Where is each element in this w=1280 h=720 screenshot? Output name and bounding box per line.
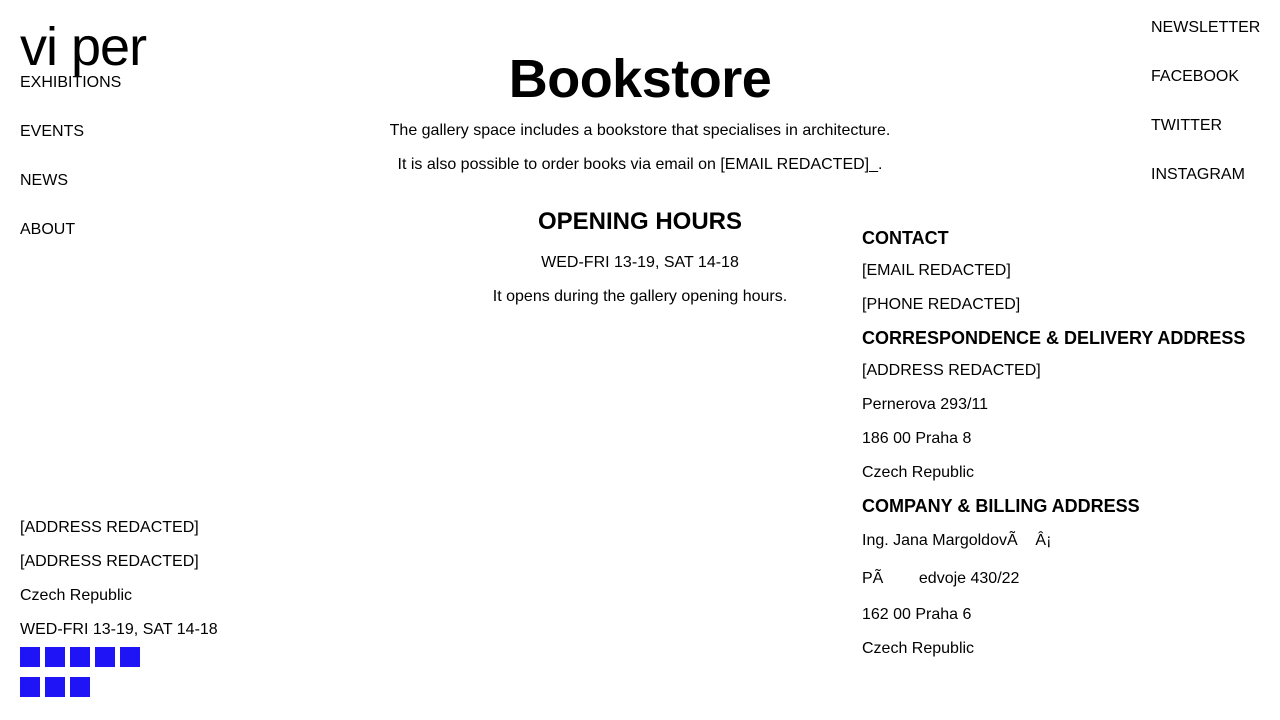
square-link-icon[interactable]	[45, 677, 65, 697]
nav-item-events[interactable]: EVENTS	[20, 121, 121, 143]
square-row-2	[20, 677, 218, 697]
opening-hours-text: WED-FRI 13-19, SAT 14-18	[541, 254, 739, 271]
square-link-icon[interactable]	[70, 677, 90, 697]
nav-item-news[interactable]: NEWS	[20, 170, 121, 192]
square-link-icon[interactable]	[70, 647, 90, 667]
footer-country: Czech Republic	[20, 587, 133, 604]
billing-line: Czech Republic	[862, 640, 975, 657]
nav-item-facebook[interactable]: FACEBOOK	[1151, 66, 1260, 88]
correspondence-line: Czech Republic	[862, 464, 975, 481]
contact-phone[interactable]: [PHONE REDACTED]	[862, 288, 1272, 322]
billing-line: Ing. Jana MargoldovÃ Â¡	[862, 532, 1052, 549]
opening-hours-heading: OPENING HOURS	[537, 208, 743, 235]
bookstore-intro: Bookstore The gallery space includes a b…	[340, 44, 940, 182]
contact-section: CONTACT [EMAIL REDACTED] [PHONE REDACTED…	[862, 222, 1272, 666]
logo[interactable]: vi per	[20, 14, 147, 80]
nav-item-newsletter[interactable]: NEWSLETTER	[1151, 17, 1260, 39]
intro-email-text: It is also possible to order books via e…	[397, 156, 883, 173]
footer-hours: WED-FRI 13-19, SAT 14-18	[20, 621, 218, 638]
billing-line: 162 00 Praha 6	[862, 606, 972, 623]
nav-item-twitter[interactable]: TWITTER	[1151, 115, 1260, 137]
contact-email[interactable]: [EMAIL REDACTED]	[862, 254, 1272, 288]
nav-item-exhibitions[interactable]: EXHIBITIONS	[20, 72, 121, 94]
nav-item-about[interactable]: ABOUT	[20, 219, 121, 241]
footer-address: [ADDRESS REDACTED]	[20, 553, 199, 570]
main-nav: EXHIBITIONS EVENTS NEWS ABOUT	[20, 72, 121, 268]
correspondence-line: 186 00 Praha 8	[862, 430, 972, 447]
opening-hours: OPENING HOURS WED-FRI 13-19, SAT 14-18 I…	[340, 204, 940, 314]
correspondence-line: Pernerova 293/11	[862, 396, 989, 413]
correspondence-line: [ADDRESS REDACTED]	[862, 362, 1041, 379]
correspondence-heading: CORRESPONDENCE & DELIVERY ADDRESS	[862, 328, 1246, 348]
billing-line: PÃ edvoje 430/22	[862, 570, 1020, 587]
page-title: Bookstore	[508, 49, 772, 109]
square-link-icon[interactable]	[45, 647, 65, 667]
footer-address: [ADDRESS REDACTED]	[20, 519, 199, 536]
intro-text: The gallery space includes a bookstore t…	[389, 122, 891, 139]
square-row-1	[20, 647, 218, 667]
opening-hours-note: It opens during the gallery opening hour…	[492, 288, 788, 305]
billing-heading: COMPANY & BILLING ADDRESS	[862, 496, 1140, 516]
nav-item-instagram[interactable]: INSTAGRAM	[1151, 164, 1260, 186]
square-link-icon[interactable]	[20, 647, 40, 667]
square-link-icon[interactable]	[120, 647, 140, 667]
square-link-icon[interactable]	[95, 647, 115, 667]
social-nav: NEWSLETTER FACEBOOK TWITTER INSTAGRAM	[1151, 17, 1260, 213]
square-link-icon[interactable]	[20, 677, 40, 697]
contact-heading: CONTACT	[862, 228, 949, 248]
footer-info: [ADDRESS REDACTED] [ADDRESS REDACTED] Cz…	[20, 511, 218, 707]
